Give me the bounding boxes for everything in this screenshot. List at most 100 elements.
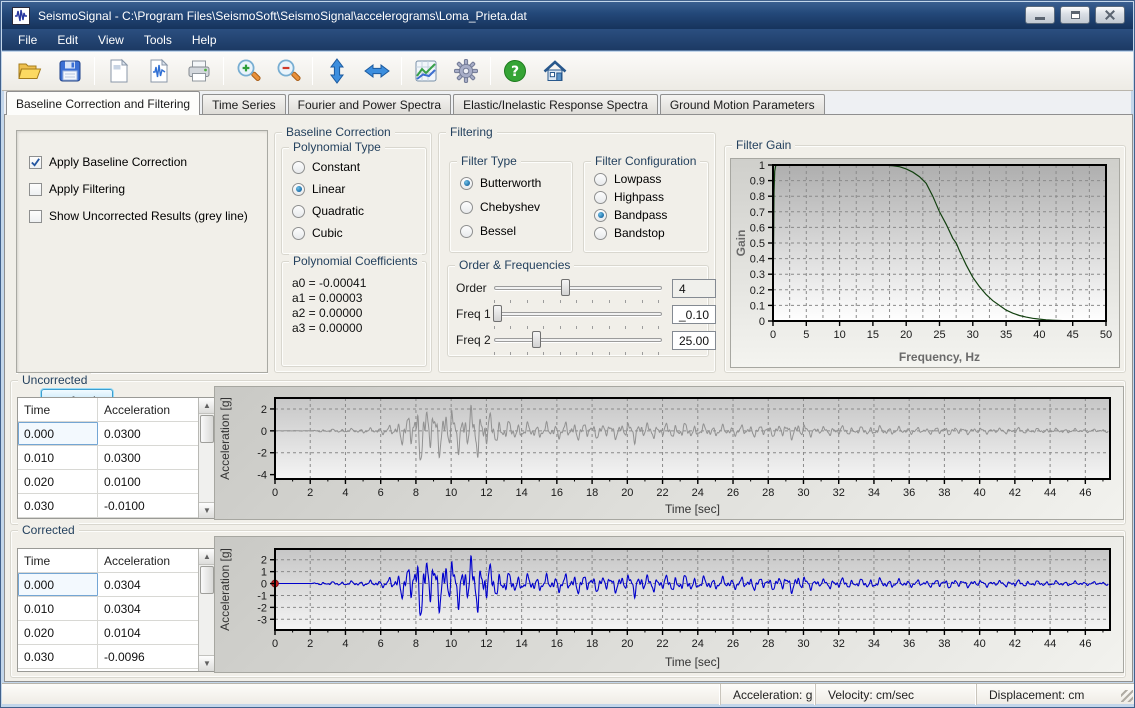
accelerogram-view-button[interactable] [139,54,179,88]
radio-linear[interactable]: Linear [292,182,345,196]
title-bar[interactable]: SeismoSignal - C:\Program Files\SeismoSo… [2,2,1133,29]
radio-label: Cubic [312,226,343,240]
slider-thumb[interactable] [532,331,541,348]
tab-fourier-and-power-spectra[interactable]: Fourier and Power Spectra [288,94,451,115]
svg-text:20: 20 [621,487,633,499]
vertical-scrollbar[interactable]: ▲▼ [198,549,215,671]
menu-tools[interactable]: Tools [134,30,182,50]
slider-track[interactable] [494,286,662,290]
slider-thumb[interactable] [493,305,502,322]
tab-elastic-inelastic-response-spectra[interactable]: Elastic/Inelastic Response Spectra [453,94,658,115]
table-cell[interactable]: 0.0304 [98,573,182,596]
table-cell[interactable]: 0.0304 [98,597,182,620]
checkbox-show-uncorrected-results-grey-line[interactable]: Show Uncorrected Results (grey line) [29,209,248,223]
table-cell[interactable]: 0.0104 [98,621,182,644]
checkbox-label: Show Uncorrected Results (grey line) [49,209,248,223]
checkbox-unchecked-icon [29,183,42,196]
close-button[interactable] [1095,6,1125,24]
menu-edit[interactable]: Edit [47,30,88,50]
table-cell[interactable]: 0.000 [18,422,98,445]
table-cell[interactable]: 0.0300 [98,422,182,445]
checkbox-apply-baseline-correction[interactable]: Apply Baseline Correction [29,155,187,169]
uncorrected-chart[interactable]: 0246810121416182022242628303234363840424… [214,386,1124,520]
table-cell[interactable]: -0.0096 [98,645,182,668]
svg-text:0.3: 0.3 [750,269,765,281]
radio-bandpass[interactable]: Bandpass [594,208,667,222]
corrected-table[interactable]: TimeAcceleration0.0000.03040.0100.03040.… [17,548,216,672]
table-cell[interactable]: 0.030 [18,645,98,668]
svg-text:2: 2 [261,404,267,416]
table-cell[interactable]: 0.020 [18,621,98,644]
column-header-time[interactable]: Time [18,398,98,421]
minimize-button[interactable] [1025,6,1055,24]
help-icon: ? [502,58,528,84]
svg-text:10: 10 [833,329,845,341]
table-cell[interactable]: 0.0100 [98,470,182,493]
save-button[interactable] [50,54,90,88]
radio-quadratic[interactable]: Quadratic [292,204,364,218]
filter-gain-chart[interactable]: 0510152025303540455000.10.20.30.40.50.60… [730,158,1120,368]
help-button[interactable]: ? [495,54,535,88]
column-header-acceleration[interactable]: Acceleration [98,398,182,421]
menu-file[interactable]: File [8,30,47,50]
svg-text:2: 2 [261,555,267,567]
freq-2-value[interactable]: 25.00 [672,331,716,350]
freq-1-slider[interactable] [494,304,662,324]
radio-butterworth[interactable]: Butterworth [460,176,541,190]
table-cell[interactable]: 0.010 [18,597,98,620]
radio-chebyshev[interactable]: Chebyshev [460,200,540,214]
open-file-button[interactable] [10,54,50,88]
radio-bandstop[interactable]: Bandstop [594,226,665,240]
slider-thumb[interactable] [561,279,570,296]
table-cell[interactable]: 0.0300 [98,446,182,469]
uncorrected-table[interactable]: TimeAcceleration0.0000.03000.0100.03000.… [17,397,216,519]
report-button[interactable] [99,54,139,88]
settings-button[interactable] [446,54,486,88]
slider-track[interactable] [494,338,662,342]
column-header-time[interactable]: Time [18,549,98,572]
maximize-button[interactable] [1060,6,1090,24]
table-cell[interactable]: 0.020 [18,470,98,493]
svg-text:28: 28 [762,487,774,499]
menu-view[interactable]: View [88,30,134,50]
table-cell[interactable]: 0.000 [18,573,98,596]
scrollbar-thumb[interactable] [200,566,214,594]
corrected-chart[interactable]: 0246810121416182022242628303234363840424… [214,536,1124,673]
home-button[interactable] [535,54,575,88]
table-cell[interactable]: 0.010 [18,446,98,469]
checkbox-apply-filtering[interactable]: Apply Filtering [29,182,125,196]
radio-highpass[interactable]: Highpass [594,190,664,204]
table-cell[interactable]: -0.0100 [98,494,182,517]
radio-lowpass[interactable]: Lowpass [594,172,661,186]
slider-track[interactable] [494,312,662,316]
fit-vertical-button[interactable] [317,54,357,88]
tab-baseline-correction-and-filtering[interactable]: Baseline Correction and Filtering [6,91,200,115]
tab-ground-motion-parameters[interactable]: Ground Motion Parameters [660,94,825,115]
table-cell[interactable]: 0.030 [18,494,98,517]
radio-constant[interactable]: Constant [292,160,360,174]
scroll-down-icon[interactable]: ▼ [199,655,215,671]
chart-options-button[interactable] [406,54,446,88]
scroll-up-icon[interactable]: ▲ [199,398,215,414]
order-frequencies-group: Order & Frequencies Order4Freq 1_0.10Fre… [447,265,709,357]
status-acceleration: Acceleration: g [720,684,815,705]
radio-cubic[interactable]: Cubic [292,226,343,240]
menu-help[interactable]: Help [182,30,227,50]
svg-text:Acceleration [g]: Acceleration [g] [218,548,232,631]
tab-time-series[interactable]: Time Series [202,94,286,115]
freq-2-slider[interactable] [494,330,662,350]
scroll-down-icon[interactable]: ▼ [199,502,215,518]
vertical-scrollbar[interactable]: ▲▼ [198,398,215,518]
zoom-in-button[interactable] [228,54,268,88]
fit-horizontal-button[interactable] [357,54,397,88]
toolbar: ? [2,52,1133,91]
order-slider[interactable] [494,278,662,298]
print-button[interactable] [179,54,219,88]
column-header-acceleration[interactable]: Acceleration [98,549,182,572]
zoom-out-button[interactable] [268,54,308,88]
svg-text:-3: -3 [257,614,267,626]
radio-bessel[interactable]: Bessel [460,224,516,238]
scrollbar-thumb[interactable] [200,415,214,443]
scroll-up-icon[interactable]: ▲ [199,549,215,565]
freq-1-value[interactable]: _0.10 [672,305,716,324]
